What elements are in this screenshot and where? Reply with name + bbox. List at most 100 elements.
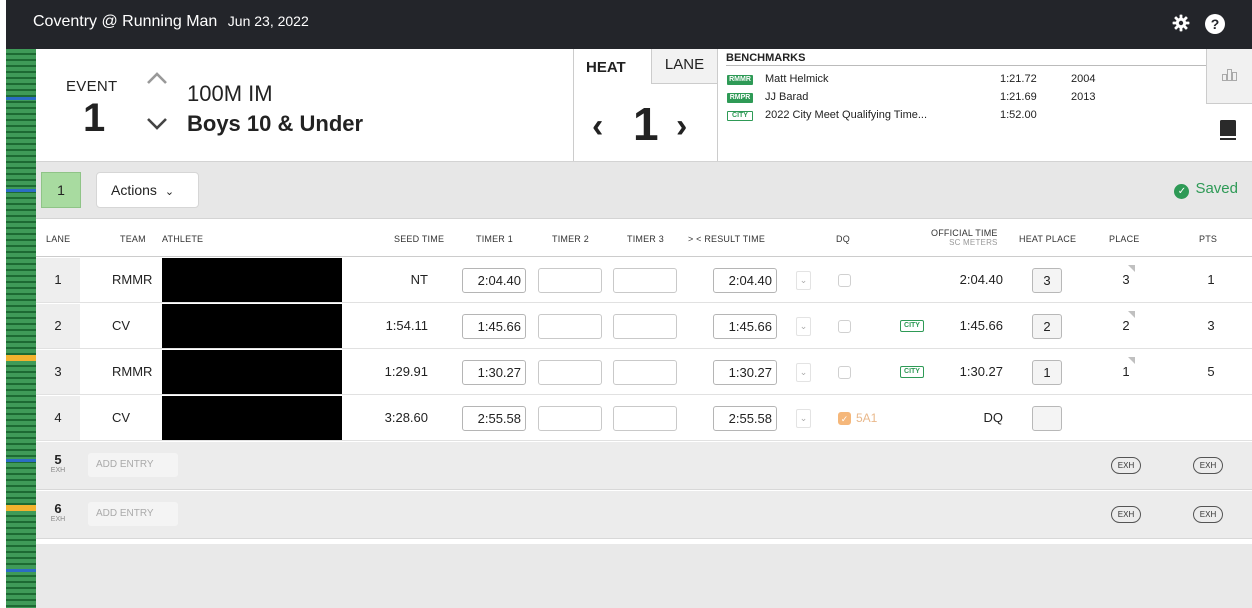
place-override-indicator[interactable]: [1128, 265, 1135, 272]
event-name: 100M IM: [187, 81, 273, 106]
benchmark-badge: RMPR: [727, 93, 753, 103]
empty-lane-row: 6 EXH ADD ENTRY EXH EXH: [36, 491, 1252, 539]
chevron-right-icon[interactable]: ›: [676, 109, 687, 143]
official-time: 2:04.40: [959, 272, 1003, 287]
col-athlete[interactable]: ATHLETE: [162, 234, 203, 244]
col-official-label: OFFICIAL TIME: [931, 228, 998, 238]
tab-heat[interactable]: HEAT: [586, 59, 626, 76]
team-cell: RMMR: [112, 272, 153, 287]
timer3-input[interactable]: [613, 314, 677, 339]
col-timer1[interactable]: TIMER 1: [476, 234, 513, 244]
result-time-input[interactable]: 2:04.40: [713, 268, 777, 293]
dq-code: 5A1: [856, 411, 878, 425]
timer2-input[interactable]: [538, 268, 602, 293]
heat-number: 1: [633, 98, 659, 150]
col-result-time[interactable]: > < RESULT TIME: [688, 234, 765, 244]
tab-lane[interactable]: LANE: [651, 49, 717, 84]
lane-number-text: 6: [54, 501, 62, 516]
timer1-input[interactable]: 1:45.66: [462, 314, 526, 339]
exh-toggle-place[interactable]: EXH: [1111, 506, 1141, 523]
heat-chip[interactable]: 1: [41, 172, 81, 208]
seed-time: 3:28.60: [384, 410, 428, 425]
event-group: Boys 10 & Under: [187, 111, 364, 136]
col-dq[interactable]: DQ: [836, 234, 850, 244]
result-time-input[interactable]: 1:30.27: [713, 360, 777, 385]
help-icon[interactable]: ?: [1205, 14, 1225, 34]
exh-toggle-place[interactable]: EXH: [1111, 457, 1141, 474]
heat-place-input[interactable]: 1: [1032, 360, 1062, 385]
heat-place-input[interactable]: 2: [1032, 314, 1062, 339]
event-label: EVENT: [66, 78, 118, 95]
col-official-time[interactable]: OFFICIAL TIME SC METERS: [931, 228, 998, 247]
benchmark-time: 1:21.69: [1000, 91, 1037, 103]
strip-marker-yellow: [6, 505, 36, 511]
book-icon[interactable]: [1218, 119, 1240, 143]
city-qualifier-badge: CITY: [900, 320, 924, 332]
timer1-input[interactable]: 2:04.40: [462, 268, 526, 293]
chevron-down-icon: ⌄: [164, 186, 175, 198]
chevron-left-icon[interactable]: ‹: [592, 109, 603, 143]
place-override-indicator[interactable]: [1128, 311, 1135, 318]
timer1-input[interactable]: 1:30.27: [462, 360, 526, 385]
place-override-indicator[interactable]: [1128, 357, 1135, 364]
place-cell: 2: [1122, 318, 1130, 333]
timer3-input[interactable]: [613, 360, 677, 385]
col-pts[interactable]: PTS: [1199, 234, 1217, 244]
dq-checkbox-checked[interactable]: ✓: [838, 412, 851, 425]
add-entry-button[interactable]: ADD ENTRY: [88, 453, 178, 477]
dq-checkbox[interactable]: [838, 366, 851, 379]
dq-dropdown[interactable]: ⌄: [796, 271, 811, 290]
timer2-input[interactable]: [538, 314, 602, 339]
team-cell: RMMR: [112, 364, 153, 379]
benchmark-name: 2022 City Meet Qualifying Time...: [765, 109, 928, 121]
event-number: 1: [83, 96, 106, 140]
benchmarks-title: BENCHMARKS: [726, 52, 806, 64]
dq-dropdown[interactable]: ⌄: [796, 363, 811, 382]
saved-status: ✓ Saved: [1174, 180, 1238, 199]
timer2-input[interactable]: [538, 406, 602, 431]
col-lane[interactable]: LANE: [46, 234, 70, 244]
add-entry-button[interactable]: ADD ENTRY: [88, 502, 178, 526]
col-timer2[interactable]: TIMER 2: [552, 234, 589, 244]
official-time: 1:30.27: [959, 364, 1003, 379]
dq-dropdown[interactable]: ⌄: [796, 317, 811, 336]
athlete-redacted: [162, 304, 342, 348]
table-row: 3 RMMR 1:29.91 1:30.27 1:30.27 ⌄ CITY 1:…: [36, 350, 1252, 395]
team-cell: CV: [112, 318, 131, 333]
col-heat-place[interactable]: HEAT PLACE: [1019, 234, 1076, 244]
actions-dropdown[interactable]: Actions ⌄: [96, 172, 199, 208]
timer3-input[interactable]: [613, 406, 677, 431]
exh-toggle-pts[interactable]: EXH: [1193, 457, 1223, 474]
timer3-input[interactable]: [613, 268, 677, 293]
result-time-input[interactable]: 2:55.58: [713, 406, 777, 431]
timer2-input[interactable]: [538, 360, 602, 385]
dq-checkbox[interactable]: [838, 320, 851, 333]
chevron-down-icon[interactable]: [142, 117, 172, 143]
dq-checkbox[interactable]: [838, 274, 851, 287]
table-row: 4 CV 3:28.60 2:55.58 2:55.58 ⌄ ✓ 5A1 DQ: [36, 396, 1252, 441]
empty-area: [36, 544, 1252, 608]
benchmark-badge: RMMR: [727, 75, 753, 85]
heat-place-input[interactable]: [1032, 406, 1062, 431]
bar-chart-icon[interactable]: [1206, 49, 1252, 104]
heat-place-input[interactable]: 3: [1032, 268, 1062, 293]
col-seed-time[interactable]: SEED TIME: [394, 234, 444, 244]
col-place[interactable]: PLACE: [1109, 234, 1140, 244]
table-row: 2 CV 1:54.11 1:45.66 1:45.66 ⌄ CITY 1:45…: [36, 304, 1252, 349]
chevron-up-icon[interactable]: [142, 71, 172, 97]
benchmark-row: RMMR Matt Helmick 1:21.72 2004: [727, 73, 1197, 88]
col-team[interactable]: TEAM: [120, 234, 146, 244]
lane-number: 2: [36, 304, 80, 348]
strip-marker-blue: [6, 459, 36, 462]
benchmark-year: 2004: [1071, 73, 1096, 85]
exh-toggle-pts[interactable]: EXH: [1193, 506, 1223, 523]
actions-label: Actions: [111, 182, 157, 198]
timer1-input[interactable]: 2:55.58: [462, 406, 526, 431]
benchmark-name: Matt Helmick: [765, 73, 829, 85]
dq-dropdown[interactable]: ⌄: [796, 409, 811, 428]
benchmark-row: RMPR JJ Barad 1:21.69 2013: [727, 91, 1197, 106]
result-time-input[interactable]: 1:45.66: [713, 314, 777, 339]
gear-icon[interactable]: [1171, 14, 1191, 34]
lane-number: 4: [36, 396, 80, 440]
col-timer3[interactable]: TIMER 3: [627, 234, 664, 244]
